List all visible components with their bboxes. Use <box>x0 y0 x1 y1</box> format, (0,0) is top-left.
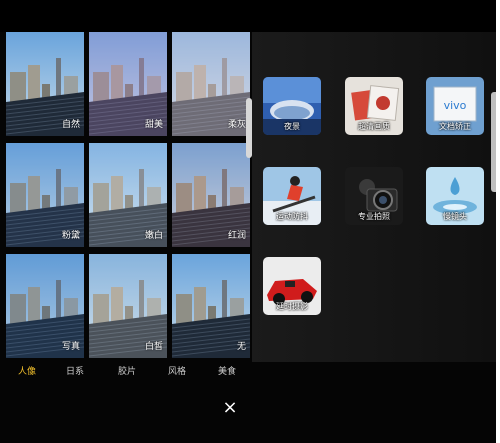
filter-label: 白皙 <box>144 342 163 352</box>
filter-thumbnail[interactable]: 自然 <box>6 32 84 136</box>
camera-screen: 自然 甜美 柔灰粉黛 嫩白 红润写真 白皙 无 夜景 超清画质 vivo 文档矫正运动防抖 专业拍照… <box>0 0 496 443</box>
mode-label: 专业拍照 <box>358 212 390 221</box>
filter-label: 无 <box>236 342 246 352</box>
tab-portrait[interactable]: 人像 <box>18 364 36 377</box>
filter-label: 柔灰 <box>227 120 246 130</box>
mode-label: 夜景 <box>284 122 300 131</box>
mode-button[interactable]: 运动防抖 <box>263 167 321 225</box>
filter-thumbnail[interactable]: 粉黛 <box>6 143 84 247</box>
mode-button[interactable]: 专业拍照 <box>345 167 403 225</box>
mode-label: 运动防抖 <box>276 212 308 221</box>
tab-food[interactable]: 美食 <box>218 364 236 377</box>
mode-button[interactable]: 超清画质 <box>345 77 403 135</box>
close-icon[interactable]: × <box>221 399 239 417</box>
filter-label: 嫩白 <box>144 231 163 241</box>
mode-button[interactable]: vivo 文档矫正 <box>426 77 484 135</box>
filter-thumbnail[interactable]: 白皙 <box>89 254 167 358</box>
mode-button[interactable]: 延时摄影 <box>263 257 321 315</box>
filter-label: 自然 <box>61 120 80 130</box>
mode-button[interactable]: 夜景 <box>263 77 321 135</box>
top-bar <box>0 0 496 32</box>
mode-label: 慢镜头 <box>443 212 467 221</box>
tab-style[interactable]: 风格 <box>168 364 186 377</box>
filter-thumbnail[interactable]: 红润 <box>172 143 250 247</box>
filter-thumbnail[interactable]: 无 <box>172 254 250 358</box>
mode-label: 延时摄影 <box>276 302 308 311</box>
filter-label: 写真 <box>61 342 80 352</box>
filter-label: 红润 <box>227 231 246 241</box>
mode-label: 超清画质 <box>358 122 390 131</box>
filter-thumbnail[interactable]: 写真 <box>6 254 84 358</box>
filter-label: 粉黛 <box>61 231 80 241</box>
vivo-logo: vivo <box>444 99 467 112</box>
filter-thumbnail[interactable]: 柔灰 <box>172 32 250 136</box>
filter-category-tabs: 人像 日系 胶片 风格 美食 <box>0 360 250 382</box>
filter-thumbnail[interactable]: 嫩白 <box>89 143 167 247</box>
filter-grid: 自然 甜美 柔灰粉黛 嫩白 红润写真 白皙 无 <box>6 32 252 360</box>
filter-thumbnail[interactable]: 甜美 <box>89 32 167 136</box>
tab-film[interactable]: 胶片 <box>118 364 136 377</box>
mode-panel: 夜景 超清画质 vivo 文档矫正运动防抖 专业拍照 慢镜头延时摄影 <box>252 32 496 362</box>
mode-button[interactable]: 慢镜头 <box>426 167 484 225</box>
mode-label: 文档矫正 <box>439 122 471 131</box>
side-scroll-handle[interactable] <box>491 92 496 192</box>
filter-label: 甜美 <box>144 120 163 130</box>
tab-japanese[interactable]: 日系 <box>66 364 84 377</box>
